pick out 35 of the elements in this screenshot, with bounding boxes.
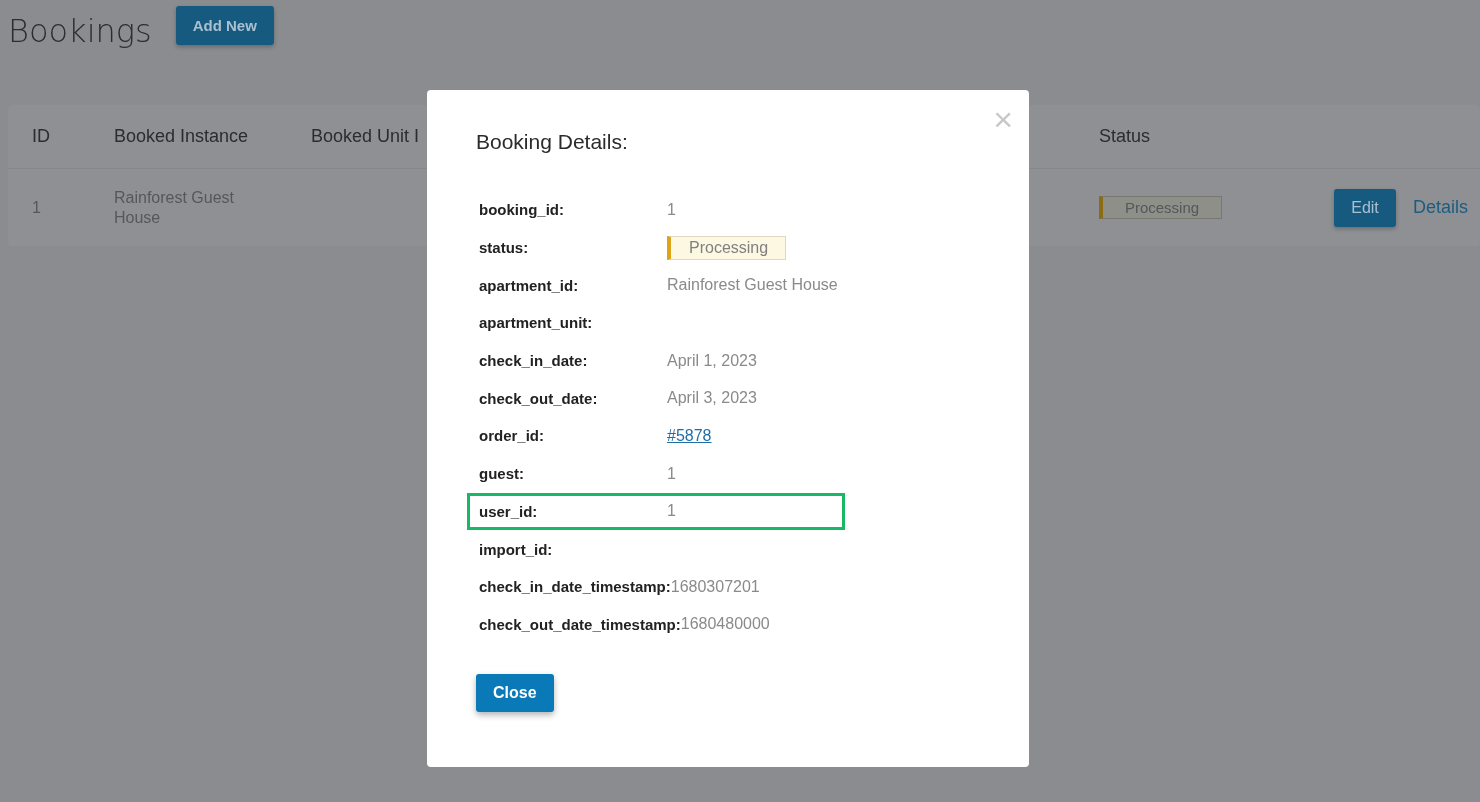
field-label: order_id: [479,427,545,445]
field-label: status: [479,239,530,257]
field-label: booking_id: [479,201,565,219]
column-header: Status [1099,126,1151,146]
field-value: 1680307201 [670,577,760,596]
table-cell-text: Rainforest Guest House [114,187,236,228]
column-header: ID [32,126,50,146]
status-badge: Processing [667,235,786,260]
field-value: April 1, 2023 [667,351,757,370]
field-label: import_id: [479,540,554,558]
field-label: guest: [479,465,525,483]
field-value: April 3, 2023 [667,389,757,408]
field-label: check_in_date_timestamp: [479,578,671,596]
table-cell-text: 1 [32,198,42,217]
details-link[interactable]: Details [1413,197,1469,218]
status-badge: Processing [1099,196,1222,219]
field-label: user_id: [479,502,539,520]
field-value: 1680480000 [680,615,770,634]
order-link[interactable]: #5878 [667,426,712,445]
field-label: apartment_unit: [479,314,594,332]
field-value: 1 [667,200,676,219]
close-button[interactable]: Close [476,674,554,713]
dialog-title: Booking Details: [476,130,629,154]
field-label: check_out_date_timestamp: [479,615,681,633]
column-header: Booked Unit I [311,126,420,146]
field-label: check_in_date: [479,352,589,370]
field-label: apartment_id: [479,276,580,294]
page-title: Bookings [8,12,152,50]
field-value: Rainforest Guest House [667,276,838,295]
column-header: Booked Instance [114,126,249,146]
add-new-button[interactable]: Add New [175,5,274,45]
field-value: 1 [667,464,676,483]
field-value: 1 [667,502,676,521]
edit-button[interactable]: Edit [1334,188,1396,227]
field-label: check_out_date: [479,389,599,407]
